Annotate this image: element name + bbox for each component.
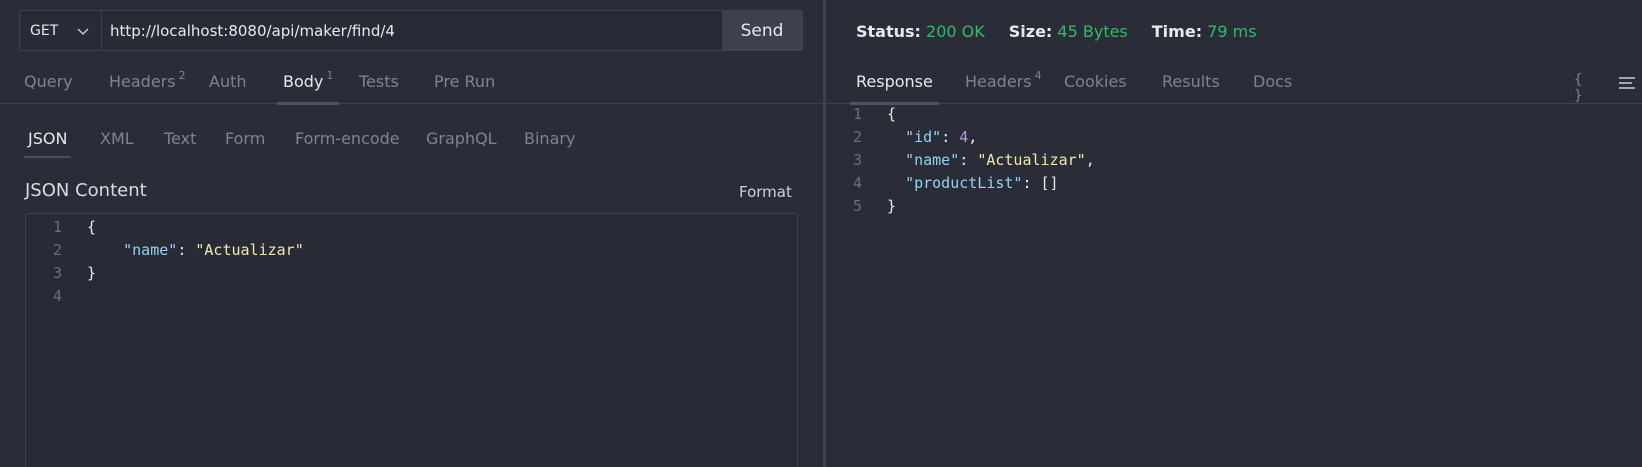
tab-docs[interactable]: Docs bbox=[1253, 62, 1292, 104]
tab-tests[interactable]: Tests bbox=[359, 62, 399, 104]
line-number: 2 bbox=[52, 241, 62, 259]
json-separator: : bbox=[959, 151, 978, 169]
tab-headers[interactable]: Headers 2 bbox=[109, 62, 186, 104]
tab-query[interactable]: Query bbox=[24, 62, 73, 104]
tab-badge: 4 bbox=[1034, 69, 1042, 82]
json-key: "id" bbox=[905, 128, 942, 146]
code-line: 4 bbox=[26, 285, 87, 308]
status-value: 200 OK bbox=[926, 22, 985, 41]
code-token: { bbox=[887, 105, 897, 123]
tab-label: Docs bbox=[1253, 72, 1293, 91]
body-type-binary[interactable]: Binary bbox=[524, 126, 575, 158]
menu-icon[interactable] bbox=[1616, 72, 1638, 94]
url-input[interactable] bbox=[102, 11, 722, 50]
response-tabs: Response Headers 4 Cookies Results Docs {… bbox=[826, 62, 1642, 105]
tab-body[interactable]: Body 1 bbox=[277, 62, 340, 105]
body-type-form-encode[interactable]: Form-encode bbox=[295, 126, 400, 158]
body-type-json[interactable]: JSON bbox=[23, 126, 72, 158]
body-type-tabs: JSON XML Text Form Form-encode GraphQL B… bbox=[0, 126, 823, 158]
response-pane: Status: 200 OK Size: 45 Bytes Time: 79 m… bbox=[826, 0, 1642, 467]
tab-label: Pre Run bbox=[434, 72, 496, 91]
tab-results[interactable]: Results bbox=[1162, 62, 1220, 104]
tab-label: Results bbox=[1162, 72, 1220, 91]
tab-label: Response bbox=[856, 72, 933, 91]
tab-cookies[interactable]: Cookies bbox=[1064, 62, 1127, 104]
size-item: Size: 45 Bytes bbox=[1009, 22, 1128, 41]
braces-icon[interactable]: { } bbox=[1574, 72, 1596, 104]
json-separator: : bbox=[941, 128, 960, 146]
line-number: 3 bbox=[52, 264, 62, 282]
response-status: Status: 200 OK Size: 45 Bytes Time: 79 m… bbox=[856, 22, 1257, 41]
json-separator: : bbox=[1022, 174, 1041, 192]
json-key: "productList" bbox=[905, 174, 1023, 192]
tab-label: Cookies bbox=[1064, 72, 1127, 91]
code-line: 5} bbox=[826, 195, 896, 218]
tab-label: Headers bbox=[965, 72, 1032, 91]
json-array: [] bbox=[1040, 174, 1059, 192]
code-token: { bbox=[87, 218, 97, 236]
size-label: Size: bbox=[1008, 22, 1053, 41]
tab-label: Headers bbox=[109, 72, 176, 91]
code-line: 4 "productList": [] bbox=[826, 172, 1059, 195]
time-item: Time: 79 ms bbox=[1152, 22, 1257, 41]
code-line: 2 "name": "Actualizar" bbox=[26, 239, 304, 262]
time-value: 79 ms bbox=[1207, 22, 1257, 41]
json-comma: , bbox=[968, 128, 978, 146]
code-line: 1{ bbox=[826, 103, 896, 126]
tab-response[interactable]: Response bbox=[850, 62, 939, 105]
code-token: } bbox=[887, 197, 897, 215]
json-number: 4 bbox=[959, 128, 969, 146]
tab-response-headers[interactable]: Headers 4 bbox=[965, 62, 1042, 104]
status-item: Status: 200 OK bbox=[856, 22, 985, 41]
status-label: Status: bbox=[856, 22, 921, 41]
time-label: Time: bbox=[1151, 22, 1203, 41]
tab-label: Auth bbox=[209, 72, 247, 91]
line-number: 4 bbox=[852, 174, 862, 192]
json-string: "Actualizar" bbox=[977, 151, 1086, 169]
request-tabs: Query Headers 2 Auth Body 1 Tests Pre Run bbox=[0, 62, 823, 105]
request-pane: GET Send Query Headers2 Auth Body1 Tests… bbox=[0, 0, 823, 467]
tab-badge: 2 bbox=[178, 69, 186, 82]
line-number: 3 bbox=[852, 151, 862, 169]
line-number: 1 bbox=[52, 218, 62, 236]
size-value: 45 Bytes bbox=[1057, 22, 1128, 41]
tab-pre-run[interactable]: Pre Run bbox=[434, 62, 495, 104]
send-button[interactable]: Send bbox=[722, 11, 802, 50]
line-number: 4 bbox=[52, 287, 62, 305]
chevron-down-icon bbox=[77, 28, 89, 35]
tab-badge: 1 bbox=[326, 69, 334, 82]
json-content-label: JSON Content bbox=[25, 180, 147, 201]
tab-label: Query bbox=[24, 72, 73, 91]
active-tab-indicator bbox=[277, 102, 340, 105]
code-line: 3 "name": "Actualizar", bbox=[826, 149, 1095, 172]
body-type-form[interactable]: Form bbox=[225, 126, 265, 158]
body-type-text[interactable]: Text bbox=[164, 126, 196, 158]
json-editor[interactable]: 1{ 2 "name": "Actualizar" 3} 4 bbox=[25, 213, 798, 467]
line-number: 5 bbox=[852, 197, 862, 215]
body-type-xml[interactable]: XML bbox=[100, 126, 134, 158]
code-line: 3} bbox=[26, 262, 96, 285]
line-number: 1 bbox=[852, 105, 862, 123]
format-button[interactable]: Format bbox=[739, 183, 792, 201]
json-string: "Actualizar" bbox=[195, 241, 304, 259]
tab-label: Tests bbox=[359, 72, 399, 91]
json-separator: : bbox=[177, 241, 196, 259]
line-number: 2 bbox=[852, 128, 862, 146]
body-type-graphql[interactable]: GraphQL bbox=[426, 126, 497, 158]
method-label: GET bbox=[30, 22, 59, 39]
json-key: "name" bbox=[905, 151, 960, 169]
url-bar: GET Send bbox=[19, 10, 803, 51]
json-key: "name" bbox=[123, 241, 178, 259]
code-line: 2 "id": 4, bbox=[826, 126, 977, 149]
json-comma: , bbox=[1085, 151, 1095, 169]
code-line: 1{ bbox=[26, 216, 96, 239]
tab-auth[interactable]: Auth bbox=[209, 62, 247, 104]
tab-label: Body bbox=[283, 72, 324, 91]
method-select[interactable]: GET bbox=[20, 11, 102, 50]
code-token: } bbox=[87, 264, 97, 282]
